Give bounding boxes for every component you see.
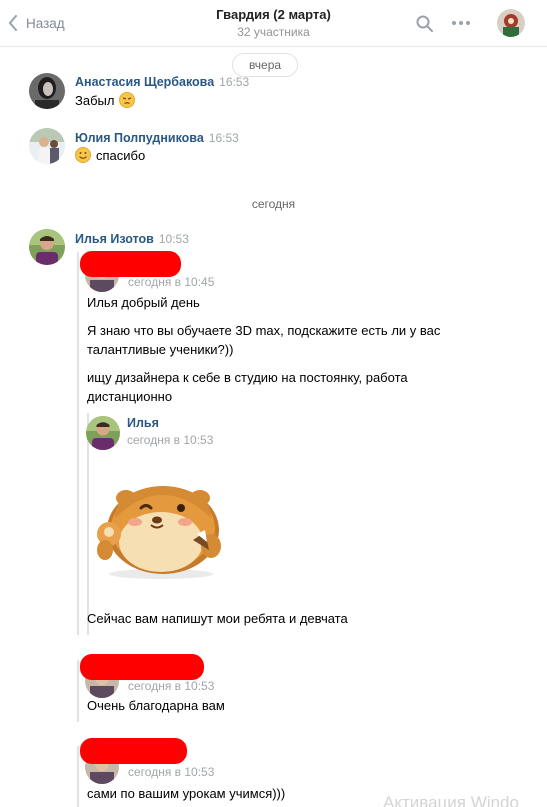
more-button[interactable]	[452, 21, 470, 25]
message-text: Забыл	[75, 92, 136, 108]
chat-title: Гвардия (2 марта)	[216, 7, 331, 22]
message-author[interactable]: Илья Изотов 10:53	[75, 232, 189, 246]
forwarded-text: ищу дизайнера к себе в студию на постоян…	[87, 370, 408, 385]
more-dot-icon	[452, 21, 456, 25]
avatar[interactable]	[29, 128, 65, 164]
forward-bar	[87, 413, 89, 635]
message-text: спасибо	[75, 147, 145, 163]
avatar-image	[29, 229, 65, 265]
forwarded-text: Илья добрый день	[87, 295, 200, 310]
chat-avatar-image	[497, 9, 525, 37]
forwarded-text: Очень благодарна вам	[87, 698, 225, 713]
forwarded-time: сегодня в 10:53	[128, 765, 215, 779]
pensive-emoji-icon	[119, 92, 136, 108]
forwarded-text: Сейчас вам напишут мои ребята и девчата	[87, 611, 348, 626]
smile-emoji-icon	[75, 147, 91, 163]
forwarded-author[interactable]: Илья	[127, 416, 159, 430]
message-time: 16:53	[219, 75, 250, 89]
forwarded-avatar[interactable]	[86, 416, 120, 450]
avatar[interactable]	[29, 73, 65, 109]
forwarded-text: дистанционно	[87, 389, 173, 404]
forwarded-text: сами по вашим урокам учимся)))	[87, 786, 286, 801]
redaction-mark	[80, 738, 187, 764]
chat-header: Назад Гвардия (2 марта) 32 участника	[0, 0, 547, 47]
more-dot-icon	[466, 21, 470, 25]
redaction-mark	[80, 251, 181, 277]
forward-bar	[77, 660, 79, 722]
author-name: Юлия Полпудникова	[75, 131, 204, 145]
forwarded-avatar-image	[86, 416, 120, 450]
search-icon	[416, 15, 433, 32]
redaction-mark	[80, 654, 204, 680]
message-text-content: спасибо	[96, 148, 146, 163]
date-separator-yesterday: вчера	[232, 53, 298, 77]
more-dot-icon	[459, 21, 463, 25]
forwarded-time: сегодня в 10:53	[128, 679, 215, 693]
message-author[interactable]: Юлия Полпудникова 16:53	[75, 131, 239, 145]
windows-activation-watermark: Активация Windo	[383, 793, 519, 807]
forward-bar	[77, 746, 79, 807]
hamster-ok-sticker[interactable]	[93, 470, 223, 580]
message-text-content: Забыл	[75, 93, 115, 108]
avatar-image	[29, 128, 65, 164]
avatar[interactable]	[29, 229, 65, 265]
forwarded-time: сегодня в 10:53	[127, 433, 214, 447]
author-name: Анастасия Щербакова	[75, 75, 215, 89]
search-button[interactable]	[416, 15, 433, 35]
date-separator-today: сегодня	[251, 197, 296, 211]
message-time: 10:53	[158, 232, 189, 246]
hamster-sticker-image	[97, 486, 221, 579]
avatar-image	[29, 73, 65, 109]
message-time: 16:53	[208, 131, 239, 145]
forward-bar	[77, 252, 79, 635]
chat-member-count: 32 участника	[237, 25, 310, 39]
message-author[interactable]: Анастасия Щербакова 16:53	[75, 75, 249, 89]
forwarded-text: Я знаю что вы обучаете 3D max, подскажит…	[87, 323, 441, 338]
chat-avatar[interactable]	[497, 9, 525, 37]
forwarded-time: сегодня в 10:45	[128, 275, 215, 289]
forwarded-text: талантливые ученики?))	[87, 342, 234, 357]
author-name: Илья Изотов	[75, 232, 154, 246]
